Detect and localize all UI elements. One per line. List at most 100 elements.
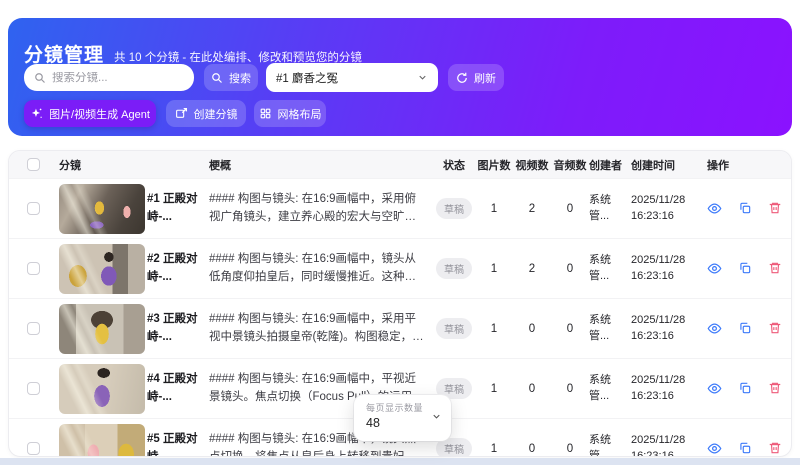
image-count: 1	[475, 443, 513, 455]
view-button[interactable]	[707, 321, 722, 336]
creator: 系统管...	[589, 253, 621, 285]
search-input-wrapper[interactable]	[24, 64, 194, 91]
page-size-value: 48	[366, 416, 441, 430]
row-checkbox[interactable]	[27, 202, 40, 215]
storyboard-select-value: #1 麝香之冤	[276, 70, 417, 86]
video-count: 0	[513, 383, 551, 395]
image-count: 1	[475, 383, 513, 395]
image-video-agent-button[interactable]: 图片/视频生成 Agent	[24, 100, 156, 127]
storyboard-thumbnail[interactable]	[59, 424, 145, 458]
created-time: 2025/11/28 16:23:16	[631, 373, 693, 405]
column-header-storyboard: 分镜	[59, 157, 147, 173]
create-button-label: 创建分镜	[194, 106, 238, 122]
table-row: #2 正殿对峙-... #### 构图与镜头: 在16:9画幅中，镜头从低角度仰…	[9, 238, 791, 298]
row-checkbox[interactable]	[27, 442, 40, 455]
created-time: 2025/11/28 16:23:16	[631, 193, 693, 225]
status-badge: 草稿	[436, 258, 472, 279]
column-header-creator: 创建者	[589, 157, 631, 173]
delete-button[interactable]	[768, 381, 782, 396]
column-header-image-count: 图片数	[475, 157, 513, 173]
storyboard-thumbnail[interactable]	[59, 184, 145, 234]
grid-button-label: 网格布局	[278, 106, 322, 122]
creator: 系统管...	[589, 433, 621, 457]
copy-button[interactable]	[738, 201, 752, 216]
storyboard-title[interactable]: #2 正殿对峙-...	[147, 251, 199, 286]
audio-count: 0	[551, 263, 589, 275]
image-count: 1	[475, 323, 513, 335]
table-header-row: 分镜 梗概 状态 图片数 视频数 音频数 创建者 创建时间 操作	[9, 151, 791, 178]
storyboard-synopsis: #### 构图与镜头: 在16:9画幅中，采用平视中景镜头拍摄皇帝(乾隆)。构图…	[209, 311, 425, 347]
view-button[interactable]	[707, 261, 722, 276]
table-row: #3 正殿对峙-... #### 构图与镜头: 在16:9画幅中，采用平视中景镜…	[9, 298, 791, 358]
audio-count: 0	[551, 443, 589, 455]
storyboard-synopsis: #### 构图与镜头: 在16:9画幅中，采用俯视广角镜头，建立养心殿的宏大与空…	[209, 191, 425, 227]
search-input[interactable]	[52, 72, 206, 84]
column-header-actions: 操作	[693, 157, 791, 173]
page-size-label: 每页显示数量	[366, 401, 441, 414]
audio-count: 0	[551, 383, 589, 395]
delete-button[interactable]	[768, 201, 782, 216]
agent-button-label: 图片/视频生成 Agent	[49, 106, 150, 122]
search-button-label: 搜索	[229, 70, 251, 86]
column-header-video-count: 视频数	[513, 157, 551, 173]
grid-icon	[259, 107, 272, 120]
column-header-audio-count: 音频数	[551, 157, 589, 173]
storyboard-title[interactable]: #4 正殿对峙-...	[147, 371, 199, 406]
video-count: 0	[513, 443, 551, 455]
grid-layout-button[interactable]: 网格布局	[254, 100, 326, 127]
delete-button[interactable]	[768, 261, 782, 276]
image-count: 1	[475, 203, 513, 215]
delete-button[interactable]	[768, 441, 782, 456]
image-count: 1	[475, 263, 513, 275]
status-badge: 草稿	[436, 198, 472, 219]
create-board-icon	[175, 107, 188, 120]
chevron-down-icon	[417, 72, 428, 83]
created-time: 2025/11/28 16:23:16	[631, 313, 693, 345]
created-time: 2025/11/28 16:23:16	[631, 433, 693, 457]
search-button[interactable]: 搜索	[204, 64, 258, 91]
refresh-button[interactable]: 刷新	[448, 64, 504, 91]
create-storyboard-button[interactable]: 创建分镜	[166, 100, 246, 127]
search-icon	[211, 72, 223, 84]
video-count: 2	[513, 263, 551, 275]
created-time: 2025/11/28 16:23:16	[631, 253, 693, 285]
storyboard-title[interactable]: #3 正殿对峙-...	[147, 311, 199, 346]
search-icon	[34, 72, 46, 84]
storyboard-thumbnail[interactable]	[59, 244, 145, 294]
column-header-status: 状态	[433, 157, 475, 173]
storyboard-synopsis: #### 构图与镜头: 在16:9画幅中，镜头从低角度仰拍皇后，同时缓慢推近。这…	[209, 251, 425, 287]
storyboard-thumbnail[interactable]	[59, 364, 145, 414]
select-all-checkbox[interactable]	[27, 158, 40, 171]
page-title: 分镜管理	[24, 40, 104, 67]
view-button[interactable]	[707, 201, 722, 216]
bottom-strip	[0, 458, 800, 465]
refresh-icon	[456, 72, 468, 84]
copy-button[interactable]	[738, 261, 752, 276]
copy-button[interactable]	[738, 381, 752, 396]
row-checkbox[interactable]	[27, 382, 40, 395]
page-size-dropdown[interactable]: 每页显示数量 48	[354, 395, 451, 441]
view-button[interactable]	[707, 381, 722, 396]
table-row: #1 正殿对峙-... #### 构图与镜头: 在16:9画幅中，采用俯视广角镜…	[9, 178, 791, 238]
status-badge: 草稿	[436, 318, 472, 339]
sparkle-icon	[30, 107, 43, 120]
storyboard-management-page: 分镜管理 共 10 个分镜 - 在此处编排、修改和预览您的分镜 搜索 #1 麝香…	[0, 0, 800, 465]
chevron-down-icon	[431, 411, 442, 422]
row-checkbox[interactable]	[27, 322, 40, 335]
column-header-created-time: 创建时间	[631, 157, 693, 173]
copy-button[interactable]	[738, 441, 752, 456]
delete-button[interactable]	[768, 321, 782, 336]
copy-button[interactable]	[738, 321, 752, 336]
header-card: 分镜管理 共 10 个分镜 - 在此处编排、修改和预览您的分镜 搜索 #1 麝香…	[8, 18, 792, 136]
refresh-button-label: 刷新	[474, 70, 496, 86]
storyboard-title[interactable]: #5 正殿对峙-...	[147, 431, 199, 457]
video-count: 0	[513, 323, 551, 335]
row-checkbox[interactable]	[27, 262, 40, 275]
storyboard-select[interactable]: #1 麝香之冤	[266, 63, 438, 92]
audio-count: 0	[551, 323, 589, 335]
view-button[interactable]	[707, 441, 722, 456]
storyboard-thumbnail[interactable]	[59, 304, 145, 354]
storyboard-title[interactable]: #1 正殿对峙-...	[147, 191, 199, 226]
creator: 系统管...	[589, 193, 621, 225]
creator: 系统管...	[589, 313, 621, 345]
